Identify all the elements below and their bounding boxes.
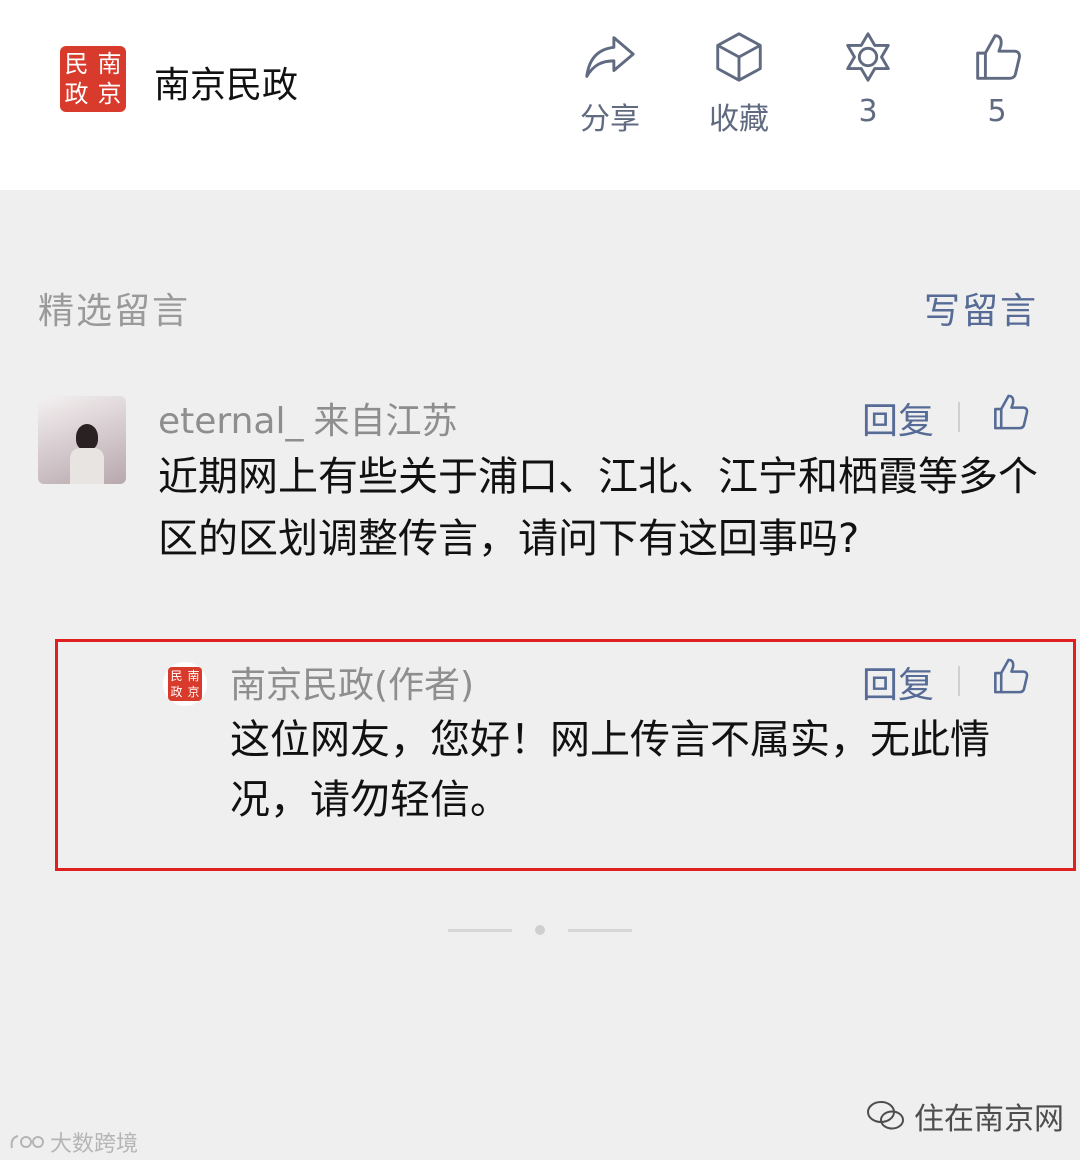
author-name: 南京民政(作者)	[230, 665, 475, 706]
author-reply-text: 这位网友，您好！网上传言不属实，无此情况，请勿轻信。	[230, 717, 990, 823]
avatar[interactable]	[38, 396, 126, 484]
share-button[interactable]: 分享	[555, 28, 665, 138]
featured-comments-title: 精选留言	[38, 291, 191, 332]
comment-text: 近期网上有些关于浦口、江北、江宁和栖霞等多个区的区划调整传言，请问下有这回事吗?	[158, 454, 1038, 562]
watermark-left: 大数跨境	[8, 1126, 138, 1158]
cube-icon	[716, 32, 762, 82]
logo-char: 京	[187, 685, 200, 699]
divider-dot	[535, 925, 545, 935]
favorite-button[interactable]: 收藏	[684, 28, 794, 138]
wechat-icon	[867, 1101, 904, 1130]
account-name[interactable]: 南京民政	[154, 56, 298, 108]
logo-icon	[10, 1135, 44, 1149]
logo-char: 民	[170, 669, 183, 683]
watermark-right: 住在南京网	[866, 1094, 1064, 1138]
divider	[958, 402, 960, 432]
logo-char: 南	[187, 669, 200, 683]
thumb-up-icon	[976, 34, 1021, 80]
logo-char: 民	[64, 50, 89, 78]
logo-char: 京	[97, 80, 122, 108]
commenter-name[interactable]: eternal_	[158, 401, 303, 442]
account-logo[interactable]: 民 南 政 京	[60, 46, 126, 112]
favorite-label: 收藏	[709, 102, 769, 137]
logo-char: 政	[64, 80, 89, 108]
logo-char: 政	[170, 685, 183, 699]
divider	[448, 929, 512, 932]
like-button[interactable]: 5	[942, 28, 1052, 129]
divider	[568, 929, 632, 932]
comment-meta: eternal_ 来自江苏	[158, 392, 457, 444]
reply-button[interactable]: 回复	[862, 392, 934, 444]
wow-count: 3	[858, 94, 878, 129]
write-comment-link[interactable]: 写留言	[924, 282, 1038, 334]
thumb-up-icon[interactable]	[988, 654, 1032, 698]
star-icon	[846, 32, 890, 82]
divider	[958, 666, 960, 696]
like-count: 5	[987, 94, 1007, 129]
thumb-up-icon[interactable]	[988, 390, 1032, 434]
article-footer-bar: 民 南 政 京 南京民政 分享 收藏 3 5	[0, 0, 1080, 190]
watermark-text: 住在南京网	[914, 1102, 1064, 1137]
watermark-text: 大数跨境	[50, 1132, 139, 1157]
share-icon	[585, 36, 635, 78]
commenter-location: 来自江苏	[313, 401, 458, 442]
author-avatar[interactable]: 民 南 政 京	[163, 662, 207, 706]
share-label: 分享	[580, 102, 640, 137]
logo-char: 南	[97, 50, 122, 78]
author-reply-button[interactable]: 回复	[862, 656, 934, 708]
wow-button[interactable]: 3	[813, 28, 923, 129]
